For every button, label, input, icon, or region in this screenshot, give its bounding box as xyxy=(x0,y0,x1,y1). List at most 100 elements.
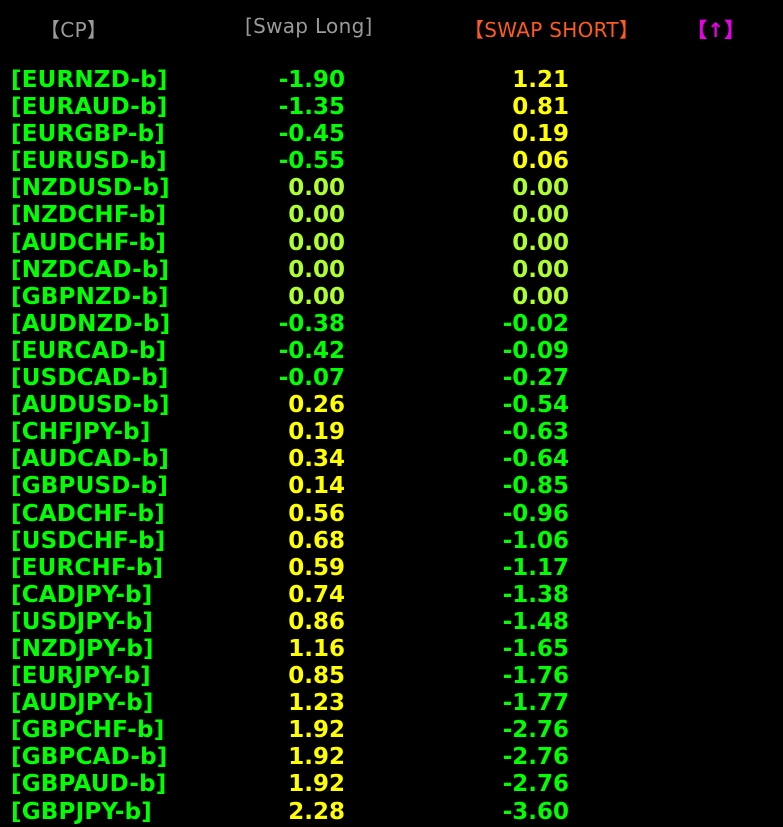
swap-short-value: -0.09 xyxy=(502,337,569,364)
currency-pair-label: [USDCHF-b] xyxy=(11,527,166,554)
currency-pair-label: [NZDCAD-b] xyxy=(11,256,170,283)
swap-long-value: 0.68 xyxy=(288,527,345,554)
table-row: [AUDNZD-b] -0.38 -0.02 xyxy=(0,311,783,338)
table-row: [NZDCHF-b] 0.00 0.00 xyxy=(0,202,783,229)
table-row: [EURCAD-b] -0.42 -0.09 xyxy=(0,338,783,365)
swap-long-value: 0.26 xyxy=(288,392,345,419)
swap-long-value: 2.28 xyxy=(288,798,345,825)
swap-long-value: 0.85 xyxy=(288,663,345,690)
currency-pair-label: [EURAUD-b] xyxy=(11,94,168,121)
swap-long-value: 1.23 xyxy=(288,690,345,717)
swap-long-value: 0.00 xyxy=(288,229,345,256)
swap-long-value: 1.92 xyxy=(288,744,345,771)
swap-long-value: 0.00 xyxy=(288,283,345,310)
swap-long-value: 0.00 xyxy=(288,202,345,229)
swap-short-value: -1.76 xyxy=(502,663,569,690)
swap-short-value: 0.81 xyxy=(512,94,569,121)
table-row: [EURUSD-b] -0.55 0.06 xyxy=(0,148,783,175)
currency-pair-label: [USDJPY-b] xyxy=(11,608,154,635)
table-row: [AUDUSD-b] 0.26 -0.54 xyxy=(0,392,783,419)
swap-short-value: 0.19 xyxy=(512,121,569,148)
swap-short-value: 0.00 xyxy=(512,202,569,229)
table-row: [AUDCAD-b] 0.34 -0.64 xyxy=(0,446,783,473)
swap-short-value: -0.27 xyxy=(502,365,569,392)
table-row: [USDCHF-b] 0.68 -1.06 xyxy=(0,528,783,555)
swap-short-value: -0.85 xyxy=(502,473,569,500)
currency-pair-label: [AUDCAD-b] xyxy=(11,446,170,473)
table-row: [GBPAUD-b] 1.92 -2.76 xyxy=(0,771,783,798)
swap-short-value: -0.63 xyxy=(502,419,569,446)
currency-pair-label: [NZDUSD-b] xyxy=(11,175,170,202)
currency-pair-label: [GBPCAD-b] xyxy=(11,744,168,771)
swap-short-value: -0.02 xyxy=(502,310,569,337)
swap-short-value: 0.00 xyxy=(512,175,569,202)
table-row: [EURNZD-b] -1.90 1.21 xyxy=(0,67,783,94)
currency-pair-label: [EURJPY-b] xyxy=(11,663,151,690)
swap-short-value: 0.06 xyxy=(512,148,569,175)
currency-pair-label: [NZDJPY-b] xyxy=(11,635,154,662)
header-swap-long: [Swap Long] xyxy=(245,14,373,38)
swap-table-header: 【CP】 [Swap Long] 【SWAP SHORT】 【↑】 xyxy=(0,14,783,44)
currency-pair-label: [GBPUSD-b] xyxy=(11,473,169,500)
swap-long-value: 0.74 xyxy=(288,581,345,608)
header-currency-pair: 【CP】 xyxy=(40,18,108,42)
swap-short-value: -0.54 xyxy=(502,392,569,419)
table-row: [GBPJPY-b] 2.28 -3.60 xyxy=(0,799,783,826)
swap-long-value: 1.92 xyxy=(288,771,345,798)
table-row: [GBPUSD-b] 0.14 -0.85 xyxy=(0,473,783,500)
swap-short-value: -0.96 xyxy=(502,500,569,527)
swap-short-value: 0.00 xyxy=(512,256,569,283)
table-row: [NZDUSD-b] 0.00 0.00 xyxy=(0,175,783,202)
header-sort-arrow-icon[interactable]: 【↑】 xyxy=(687,14,745,43)
table-row: [AUDCHF-b] 0.00 0.00 xyxy=(0,230,783,257)
swap-long-value: 0.86 xyxy=(288,608,345,635)
table-row: [CADJPY-b] 0.74 -1.38 xyxy=(0,582,783,609)
swap-short-value: -1.06 xyxy=(502,527,569,554)
swap-long-value: -0.38 xyxy=(278,310,345,337)
swap-long-value: 1.16 xyxy=(288,635,345,662)
currency-pair-label: [CADJPY-b] xyxy=(11,581,153,608)
table-row: [GBPCHF-b] 1.92 -2.76 xyxy=(0,717,783,744)
swap-long-value: 0.14 xyxy=(288,473,345,500)
swap-short-value: -0.64 xyxy=(502,446,569,473)
swap-long-value: -0.55 xyxy=(278,148,345,175)
swap-long-value: -0.45 xyxy=(278,121,345,148)
currency-pair-label: [EURCAD-b] xyxy=(11,337,167,364)
currency-pair-label: [EURUSD-b] xyxy=(11,148,167,175)
currency-pair-label: [USDCAD-b] xyxy=(11,365,169,392)
table-row: [USDCAD-b] -0.07 -0.27 xyxy=(0,365,783,392)
table-row: [AUDJPY-b] 1.23 -1.77 xyxy=(0,690,783,717)
table-row: [CADCHF-b] 0.56 -0.96 xyxy=(0,501,783,528)
currency-pair-label: [EURGBP-b] xyxy=(11,121,165,148)
currency-pair-label: [CHFJPY-b] xyxy=(11,419,151,446)
swap-long-value: 1.92 xyxy=(288,717,345,744)
swap-short-value: -2.76 xyxy=(502,771,569,798)
table-row: [EURCHF-b] 0.59 -1.17 xyxy=(0,555,783,582)
swap-long-value: 0.59 xyxy=(288,554,345,581)
swap-short-value: -1.48 xyxy=(502,608,569,635)
currency-pair-label: [EURNZD-b] xyxy=(11,67,168,93)
swap-short-value: -1.65 xyxy=(502,635,569,662)
swap-long-value: 0.56 xyxy=(288,500,345,527)
table-row: [GBPCAD-b] 1.92 -2.76 xyxy=(0,744,783,771)
header-swap-short: 【SWAP SHORT】 xyxy=(464,18,640,42)
swap-long-value: 0.00 xyxy=(288,175,345,202)
table-row: [EURGBP-b] -0.45 0.19 xyxy=(0,121,783,148)
swap-long-value: 0.19 xyxy=(288,419,345,446)
swap-long-value: -1.90 xyxy=(278,67,345,93)
swap-short-value: -2.76 xyxy=(502,744,569,771)
swap-table-body: [EURNZD-b] -1.90 1.21 [EURAUD-b] -1.35 0.81 [E… xyxy=(0,67,783,826)
currency-pair-label: [CADCHF-b] xyxy=(11,500,165,527)
swap-short-value: -3.60 xyxy=(502,798,569,825)
table-row: [EURAUD-b] -1.35 0.81 xyxy=(0,94,783,121)
table-row: [CHFJPY-b] 0.19 -0.63 xyxy=(0,419,783,446)
swap-short-value: -1.17 xyxy=(502,554,569,581)
swap-long-value: -0.07 xyxy=(278,365,345,392)
swap-short-value: -2.76 xyxy=(502,717,569,744)
currency-pair-label: [NZDCHF-b] xyxy=(11,202,167,229)
swap-long-value: -1.35 xyxy=(278,94,345,121)
currency-pair-label: [AUDUSD-b] xyxy=(11,392,170,419)
table-row: [USDJPY-b] 0.86 -1.48 xyxy=(0,609,783,636)
currency-pair-label: [EURCHF-b] xyxy=(11,554,164,581)
currency-pair-label: [AUDJPY-b] xyxy=(11,690,154,717)
